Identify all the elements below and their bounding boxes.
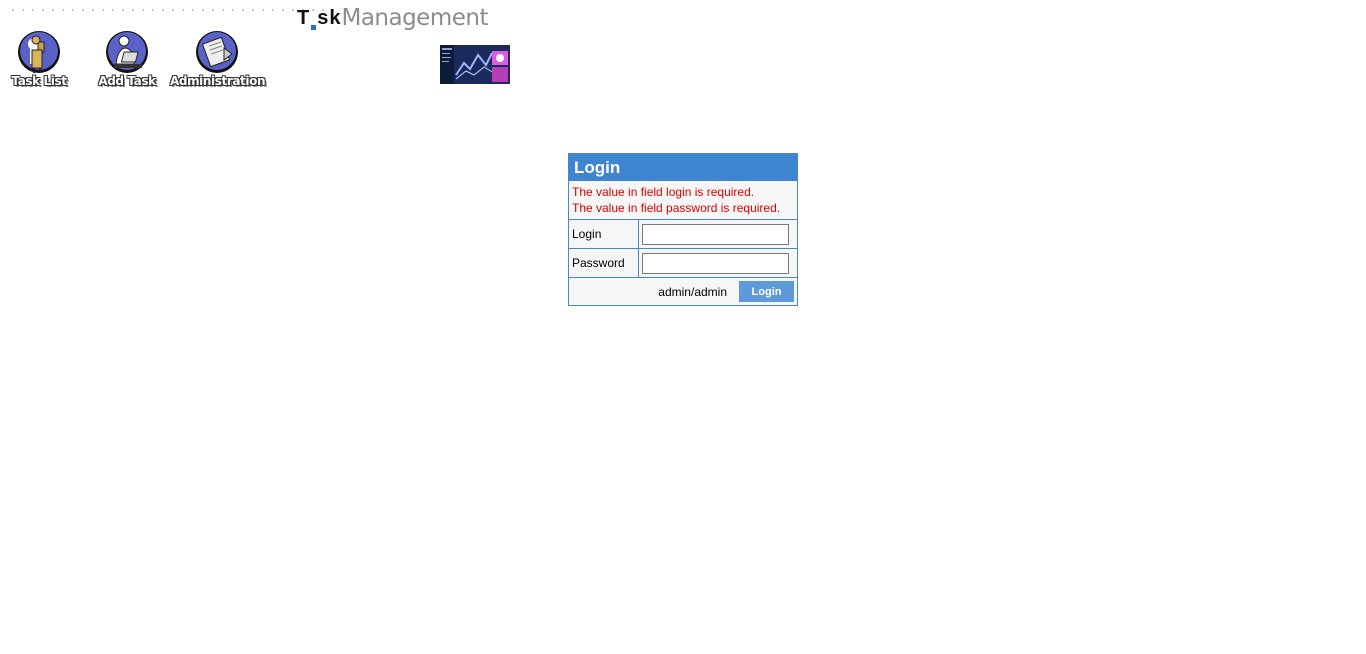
login-label: Login <box>569 220 639 248</box>
password-label: Password <box>569 249 639 277</box>
clipboard-document-icon <box>196 31 238 73</box>
person-reading-icon <box>18 31 60 73</box>
login-input[interactable] <box>642 223 789 245</box>
login-form: Login The value in field login is requir… <box>568 153 798 306</box>
error-password-required: The value in field password is required. <box>572 201 781 215</box>
login-form-footer: admin/admin Login <box>569 278 797 305</box>
nav-administration-label: Administration <box>170 74 266 88</box>
password-row: Password <box>569 249 797 278</box>
nav-task-list-link[interactable]: Task List <box>8 30 70 92</box>
dotted-divider <box>8 9 338 11</box>
error-login-required: The value in field login is required. <box>572 185 755 199</box>
credentials-hint: admin/admin <box>658 284 727 299</box>
login-button[interactable]: Login <box>739 281 794 302</box>
nav-add-task-link[interactable]: Add Task <box>96 30 158 92</box>
brand-task-text: Tsk <box>297 6 342 31</box>
brand-management-text: Management <box>341 5 488 31</box>
nav-add-task-label: Add Task <box>98 74 156 88</box>
person-at-computer-icon <box>106 31 148 73</box>
brand-logo: TskManagement <box>297 5 488 35</box>
password-input[interactable] <box>642 252 789 274</box>
error-messages: The value in field login is required. Th… <box>569 181 797 220</box>
banner-image <box>440 45 510 84</box>
nav-task-list-label: Task List <box>11 74 67 88</box>
login-row: Login <box>569 220 797 249</box>
nav-administration-link[interactable]: Administration <box>170 30 266 92</box>
login-form-title: Login <box>569 154 797 181</box>
